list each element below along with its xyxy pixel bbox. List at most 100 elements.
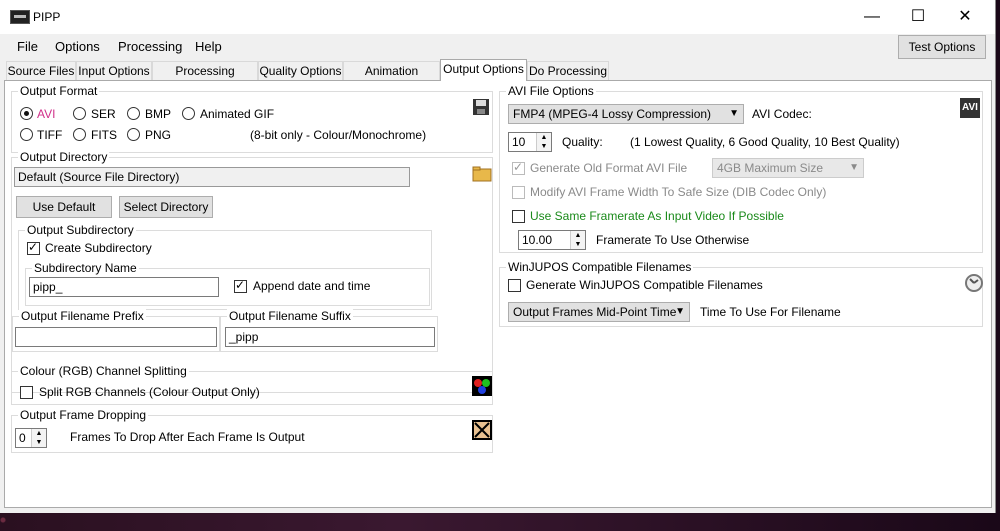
folder-icon[interactable]: [472, 166, 492, 182]
minimize-button[interactable]: —: [849, 0, 895, 34]
avi-codec-value: FMP4 (MPEG-4 Lossy Compression): [513, 107, 712, 121]
label-tiff: TIFF: [37, 128, 63, 142]
radio-tiff[interactable]: [20, 128, 33, 141]
label-fits: FITS: [91, 128, 117, 142]
radio-animated-gif[interactable]: [182, 107, 195, 120]
frame-drop-label: Frames To Drop After Each Frame Is Outpu…: [70, 430, 305, 444]
tab-animation-options[interactable]: Animation Options: [343, 61, 440, 97]
output-directory-legend: Output Directory: [18, 150, 110, 164]
frame-drop-value: 0: [19, 431, 26, 445]
winjupos-legend: WinJUPOS Compatible Filenames: [506, 260, 694, 274]
quality-hint: (1 Lowest Quality, 6 Good Quality, 10 Be…: [630, 135, 900, 149]
channel-split-legend: Colour (RGB) Channel Splitting: [18, 364, 189, 378]
radio-avi[interactable]: [20, 107, 33, 120]
tab-strip: Source Files Input Options Processing Op…: [0, 59, 995, 97]
filename-suffix-input[interactable]: _pipp: [225, 327, 435, 347]
subdirectory-name-input[interactable]: pipp_: [29, 277, 219, 297]
filename-prefix-legend: Output Filename Prefix: [19, 309, 146, 323]
same-framerate-checkbox[interactable]: [512, 210, 525, 223]
pipp-window: PIPP — ☐ ✕ File Options Processing Help …: [0, 0, 996, 513]
output-format-legend: Output Format: [18, 84, 100, 98]
frame-drop-spinner[interactable]: 0 ▲ ▼: [15, 428, 47, 448]
radio-fits[interactable]: [73, 128, 86, 141]
close-button[interactable]: ✕: [942, 0, 988, 34]
filename-prefix-input[interactable]: [15, 327, 217, 347]
label-png: PNG: [145, 128, 172, 142]
create-subdirectory-checkbox[interactable]: [27, 240, 40, 255]
tab-output-options[interactable]: Output Options: [440, 59, 527, 81]
save-disk-icon[interactable]: [472, 98, 490, 116]
window-title: PIPP: [33, 10, 61, 24]
spin-up-icon[interactable]: ▲: [570, 231, 585, 240]
modify-width-checkbox[interactable]: [512, 186, 525, 199]
create-subdirectory-label: Create Subdirectory: [45, 241, 152, 255]
avi-options-legend: AVI File Options: [506, 84, 596, 98]
quality-spinner[interactable]: 10 ▲ ▼: [508, 132, 552, 152]
avi-codec-select[interactable]: FMP4 (MPEG-4 Lossy Compression) ▼: [508, 104, 744, 124]
output-directory-group: Output Directory Default (Source File Di…: [11, 150, 493, 393]
radio-ser[interactable]: [73, 107, 86, 120]
spin-up-icon[interactable]: ▲: [536, 133, 551, 142]
filename-prefix-group: Output Filename Prefix: [12, 309, 220, 352]
winjupos-label: Generate WinJUPOS Compatible Filenames: [526, 278, 763, 292]
use-default-button[interactable]: Use Default: [16, 196, 112, 218]
radio-png[interactable]: [127, 128, 140, 141]
tab-processing-options[interactable]: Processing Options: [152, 61, 258, 97]
framerate-value: 10.00: [522, 233, 553, 247]
split-rgb-label: Split RGB Channels (Colour Output Only): [39, 385, 260, 399]
append-date-checkbox[interactable]: [234, 278, 247, 293]
output-directory-field[interactable]: Default (Source File Directory): [14, 167, 410, 187]
menu-options[interactable]: Options: [55, 39, 100, 54]
label-avi: AVI: [37, 107, 56, 121]
old-format-label: Generate Old Format AVI File: [530, 161, 688, 175]
quality-value: 10: [512, 135, 526, 149]
quality-label: Quality:: [562, 135, 603, 149]
label-animated-gif: Animated GIF: [200, 107, 275, 121]
tab-input-options[interactable]: Input Options: [76, 61, 152, 80]
winjupos-time-select[interactable]: Output Frames Mid-Point Time ▼: [508, 302, 690, 322]
spin-down-icon[interactable]: ▼: [31, 438, 46, 447]
output-format-group: Output Format AVI SER BMP Animated GIF T…: [11, 84, 493, 153]
output-subdirectory-group: Output Subdirectory Create Subdirectory …: [18, 223, 432, 310]
select-directory-button[interactable]: Select Directory: [119, 196, 213, 218]
menu-help[interactable]: Help: [195, 39, 222, 54]
tab-source-files[interactable]: Source Files: [6, 61, 76, 80]
avi-badge-icon: AVI: [960, 98, 980, 118]
rgb-channels-icon: [472, 376, 492, 396]
chevron-down-icon: ▼: [675, 306, 685, 317]
framerate-spinner[interactable]: 10.00 ▲ ▼: [518, 230, 586, 250]
filename-suffix-group: Output Filename Suffix _pipp: [220, 309, 438, 352]
channel-split-group: Colour (RGB) Channel Splitting Split RGB…: [11, 364, 493, 405]
frame-drop-icon: [472, 420, 492, 440]
format-note: (8-bit only - Colour/Monochrome): [250, 128, 427, 142]
chevron-down-icon: ▼: [729, 108, 739, 119]
menu-file[interactable]: File: [17, 39, 38, 54]
chevron-down-icon: ▼: [849, 162, 859, 173]
frame-drop-group: Output Frame Dropping 0 ▲ ▼ Frames To Dr…: [11, 408, 493, 453]
label-ser: SER: [91, 107, 116, 121]
tab-quality-options[interactable]: Quality Options: [258, 61, 343, 80]
split-rgb-checkbox[interactable]: [20, 386, 33, 399]
avi-codec-label: AVI Codec:: [752, 107, 812, 121]
subdirectory-name-legend: Subdirectory Name: [32, 261, 139, 275]
clock-icon: [965, 274, 983, 292]
avi-options-group: AVI File Options FMP4 (MPEG-4 Lossy Comp…: [499, 84, 983, 253]
maximize-button[interactable]: ☐: [895, 0, 941, 34]
label-bmp: BMP: [145, 107, 172, 121]
test-options-button[interactable]: Test Options: [898, 35, 986, 59]
menu-bar: File Options Processing Help: [0, 34, 995, 58]
old-format-checkbox[interactable]: [512, 160, 525, 175]
max-size-value: 4GB Maximum Size: [717, 161, 824, 175]
winjupos-checkbox[interactable]: [508, 279, 521, 292]
spin-down-icon[interactable]: ▼: [570, 240, 585, 249]
subdirectory-name-group: Subdirectory Name pipp_ Append date and …: [25, 261, 430, 306]
spin-down-icon[interactable]: ▼: [536, 142, 551, 151]
max-size-select[interactable]: 4GB Maximum Size ▼: [712, 158, 864, 178]
app-icon: [10, 10, 30, 24]
menu-processing[interactable]: Processing: [118, 39, 182, 54]
radio-bmp[interactable]: [127, 107, 140, 120]
tab-do-processing[interactable]: Do Processing: [527, 61, 609, 80]
frame-drop-legend: Output Frame Dropping: [18, 408, 149, 422]
modify-width-label: Modify AVI Frame Width To Safe Size (DIB…: [530, 185, 827, 199]
spin-up-icon[interactable]: ▲: [31, 429, 46, 438]
